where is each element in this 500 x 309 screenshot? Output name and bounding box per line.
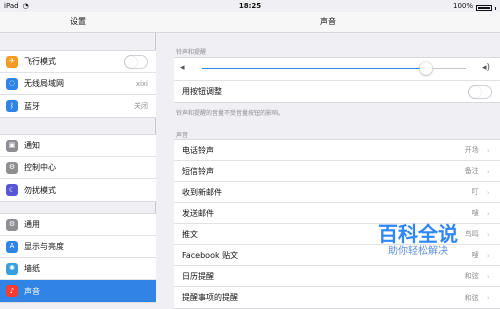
change-with-buttons-row[interactable]: 用按钮调整	[174, 81, 500, 102]
ringer-note: 铃声和提醒的音量不受音量按钮的影响。	[176, 110, 285, 117]
sidebar-item-notifications[interactable]: ▣ 通知	[0, 135, 156, 157]
new-mail-row[interactable]: 收到新邮件 叮 ›	[174, 182, 500, 203]
watermark: 百科全说 助你轻松解决	[360, 223, 476, 271]
page-title: 声音	[156, 12, 500, 33]
status-time: 18:25	[238, 2, 262, 10]
list-item-value: 叮	[471, 188, 479, 196]
sidebar-item-general[interactable]: ⚙ 通用	[0, 214, 156, 236]
chevron-right-icon: ›	[486, 229, 490, 239]
volume-low-icon: ◂	[180, 63, 185, 73]
sidebar-item-label: 勿扰模式	[24, 185, 56, 195]
list-item-label: 提醒事项的提醒	[182, 293, 238, 302]
ringer-section-label: 铃声和提醒	[176, 49, 207, 56]
sidebar-item-label: 显示与亮度	[24, 242, 64, 251]
watermark-sub: 助你轻松解决	[388, 246, 448, 257]
chevron-right-icon: ›	[486, 187, 490, 197]
sidebar-group-2: ▣ 通知 ⚙ 控制中心 ☾ 勿扰模式	[0, 134, 156, 202]
list-item-value: 开场	[464, 146, 479, 154]
chevron-right-icon: ›	[486, 293, 490, 302]
bluetooth-status: 关闭	[134, 102, 148, 110]
sidebar-item-label: 声音	[24, 286, 40, 296]
list-item-label: 电话铃声	[182, 145, 214, 155]
chevron-right-icon: ›	[486, 166, 490, 176]
volume-high-icon: ◂)	[481, 63, 490, 73]
battery-percent: 100%	[452, 2, 473, 10]
sidebar-item-label: 蓝牙	[24, 101, 40, 111]
chevron-right-icon: ›	[486, 250, 490, 260]
volume-slider-row: ◂ ◂)	[174, 58, 500, 81]
ringtone-row[interactable]: 电话铃声 开场 ›	[174, 140, 500, 161]
volume-track[interactable]	[202, 62, 466, 75]
reminder-alerts-row[interactable]: 提醒事项的提醒 和弦 ›	[174, 287, 500, 308]
change-with-buttons-toggle[interactable]	[468, 84, 492, 99]
volume-track-fill	[202, 68, 427, 69]
sidebar-item-display-brightness[interactable]: A 显示与亮度	[0, 236, 156, 258]
sidebar-item-wallpaper[interactable]: ✺ 墙纸	[0, 258, 156, 280]
sidebar-group-3: ⚙ 通用 A 显示与亮度 ✺ 墙纸 ♪ 声音	[0, 213, 156, 303]
gear-icon: ⚙	[6, 218, 18, 231]
list-item-value: 备注	[464, 167, 479, 175]
sounds-section-label: 声音	[176, 132, 189, 139]
list-item-value: 嗖	[471, 209, 479, 217]
list-item-label: 日历提醒	[182, 271, 214, 281]
sound-icon: ♪	[6, 285, 18, 297]
list-item-label: 短信铃声	[182, 166, 214, 176]
sidebar-item-label: 控制中心	[24, 163, 56, 172]
status-right: 100%	[453, 0, 496, 12]
control-center-icon: ⚙	[6, 161, 18, 174]
sidebar-item-wifi[interactable]: ◌ 无线局域网 xixi	[0, 73, 156, 95]
airplane-mode-toggle[interactable]	[124, 54, 148, 69]
list-item-value: 和弦	[464, 272, 479, 280]
sidebar: 设置 ✈ 飞行模式 ◌ 无线局域网 xixi ᛒ 蓝牙 关闭 ▣ 通知 ⚙ 控制…	[0, 12, 156, 303]
list-item-value: 和弦	[464, 293, 479, 302]
sidebar-item-label: 飞行模式	[24, 57, 56, 66]
chevron-right-icon: ›	[486, 271, 490, 281]
chevron-right-icon: ›	[486, 145, 490, 155]
battery-tip	[495, 6, 496, 10]
sidebar-item-label: 无线局域网	[24, 79, 64, 88]
battery-icon	[476, 4, 492, 11]
do-not-disturb-icon: ☾	[6, 184, 18, 196]
sent-mail-row[interactable]: 发送邮件 嗖 ›	[174, 203, 500, 224]
sidebar-item-label: 墙纸	[24, 264, 40, 273]
sidebar-item-do-not-disturb[interactable]: ☾ 勿扰模式	[0, 179, 156, 201]
sidebar-item-bluetooth[interactable]: ᛒ 蓝牙 关闭	[0, 95, 156, 117]
bluetooth-icon: ᛒ	[6, 100, 18, 112]
notifications-icon: ▣	[6, 139, 18, 152]
sidebar-group-1: ✈ 飞行模式 ◌ 无线局域网 xixi ᛒ 蓝牙 关闭	[0, 50, 156, 118]
wifi-icon: ◌	[6, 77, 18, 90]
wifi-network-name: xixi	[135, 79, 148, 88]
sidebar-title: 设置	[0, 12, 156, 33]
watermark-main: 百科全说	[378, 222, 458, 246]
list-item-label: 发送邮件	[182, 208, 214, 218]
sidebar-item-sounds[interactable]: ♪ 声音	[0, 280, 156, 302]
change-with-buttons-label: 用按钮调整	[182, 87, 222, 96]
ringer-card: ◂ ◂) 用按钮调整	[174, 57, 500, 103]
chevron-right-icon: ›	[486, 208, 490, 218]
volume-slider-thumb[interactable]	[419, 62, 433, 75]
status-bar: iPad ◔ 18:25 100%	[0, 0, 500, 12]
list-item-label: 收到新邮件	[182, 187, 222, 197]
wallpaper-icon: ✺	[6, 262, 18, 275]
airplane-icon: ✈	[6, 55, 18, 68]
sidebar-item-label: 通用	[24, 220, 40, 229]
sidebar-item-label: 通知	[24, 141, 40, 150]
sidebar-item-airplane-mode[interactable]: ✈ 飞行模式	[0, 51, 156, 73]
text-tone-row[interactable]: 短信铃声 备注 ›	[174, 161, 500, 182]
display-brightness-icon: A	[6, 240, 18, 253]
sidebar-item-control-center[interactable]: ⚙ 控制中心	[0, 157, 156, 179]
